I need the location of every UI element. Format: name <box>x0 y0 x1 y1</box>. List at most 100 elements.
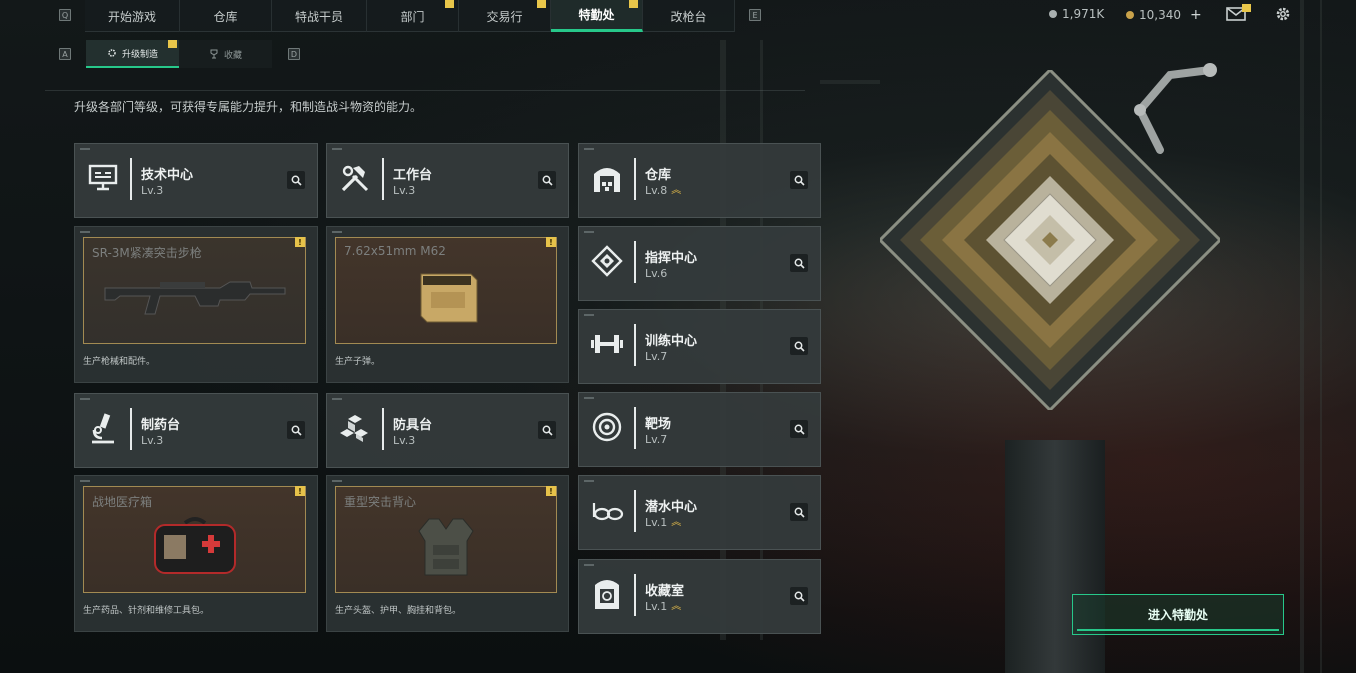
corner-marker <box>80 231 90 233</box>
corner-marker <box>80 480 90 482</box>
product-name: 战地医疗箱 <box>92 495 153 509</box>
facility-command-center[interactable]: 指挥中心 Lv.6 <box>578 226 821 301</box>
tab-label: 特勤处 <box>578 8 615 22</box>
corner-marker <box>80 398 90 400</box>
product-description: 生产头盔、护甲、胸挂和背包。 <box>335 606 462 616</box>
tab-start-game[interactable]: 开始游戏 <box>85 0 181 32</box>
search-icon[interactable] <box>287 171 305 189</box>
tab-operators[interactable]: 特战干员 <box>272 0 368 32</box>
tab-upgrade-craft[interactable]: 升级制造 <box>86 40 179 68</box>
facility-name: 靶场 <box>645 417 672 432</box>
gear-small-icon <box>108 49 116 57</box>
search-icon[interactable] <box>287 421 305 439</box>
blocks-icon <box>337 410 373 446</box>
facility-level: Lv.3 <box>393 434 415 447</box>
product-box: 战地医疗箱 ! <box>83 486 306 593</box>
search-icon[interactable] <box>538 421 556 439</box>
hotkey-a: A <box>59 48 71 60</box>
tab-label: 升级制造 <box>121 49 158 60</box>
search-icon[interactable] <box>790 254 808 272</box>
separator <box>130 158 132 200</box>
workshop-tech-center[interactable]: 技术中心 Lv.3 <box>74 143 318 218</box>
notification-badge <box>168 40 177 48</box>
workshop-armor[interactable]: 防具台 Lv.3 <box>326 393 569 468</box>
tab-label: 改枪台 <box>670 9 707 24</box>
facility-name: 指挥中心 <box>645 251 698 266</box>
facility-training-center[interactable]: 训练中心 Lv.7 <box>578 309 821 384</box>
separator <box>634 241 636 283</box>
facility-shooting-range[interactable]: 靶场 Lv.7 <box>578 392 821 467</box>
product-description: 生产子弹。 <box>335 357 381 367</box>
divider <box>45 90 805 91</box>
mail-icon[interactable] <box>1225 4 1251 24</box>
facility-level: Lv.6 <box>645 267 667 280</box>
hotkey-e: E <box>749 9 761 21</box>
search-icon[interactable] <box>790 337 808 355</box>
product-description: 生产药品、针剂和维修工具包。 <box>83 606 210 616</box>
alert-badge: ! <box>546 486 556 496</box>
production-slot-pharmacy[interactable]: 战地医疗箱 ! 生产药品、针剂和维修工具包。 <box>74 475 318 632</box>
gold-currency: 10,340 + <box>1126 7 1202 23</box>
intro-text: 升级各部门等级，可获得专属能力提升，和制造战斗物资的能力。 <box>74 100 423 114</box>
tab-label: 开始游戏 <box>108 9 157 24</box>
notification-badge <box>445 0 455 8</box>
hotkey-d: D <box>288 48 300 60</box>
tab-label: 特战干员 <box>295 9 344 24</box>
facility-diving-center[interactable]: 潜水中心 Lv.1 ︽ <box>578 475 821 550</box>
facility-level: Lv.1 ︽ <box>645 516 681 529</box>
notification-badge <box>537 0 547 8</box>
tab-label: 收藏 <box>223 50 242 61</box>
top-navigation: Q 开始游戏 仓库 特战干员 部门 交易行 特勤处 改枪台 E 1,971K 1… <box>0 0 1356 32</box>
product-description: 生产枪械和配件。 <box>83 357 156 367</box>
facility-name: 技术中心 <box>141 168 194 183</box>
tab-special-ops[interactable]: 特勤处 <box>551 0 644 32</box>
warehouse-icon <box>589 160 625 196</box>
dumbbell-icon <box>589 326 625 362</box>
alert-badge: ! <box>295 237 305 247</box>
ammo-box-image <box>420 273 478 323</box>
search-icon[interactable] <box>790 171 808 189</box>
facility-warehouse[interactable]: 仓库 Lv.8 ︽ <box>578 143 821 218</box>
workshop-workbench[interactable]: 工作台 Lv.3 <box>326 143 569 218</box>
production-slot-armor[interactable]: 重型突击背心 ! 生产头盔、护甲、胸挂和背包。 <box>326 475 569 632</box>
search-icon[interactable] <box>790 503 808 521</box>
search-icon[interactable] <box>790 420 808 438</box>
separator <box>382 158 384 200</box>
level-text: Lv.6 <box>645 267 668 280</box>
tab-collection[interactable]: 收藏 <box>179 40 272 68</box>
level-text: Lv.3 <box>393 434 416 447</box>
tab-gunsmith[interactable]: 改枪台 <box>643 0 736 32</box>
goggles-icon <box>589 492 625 528</box>
production-slot-tech-center[interactable]: SR-3M紧凑突击步枪 ! 生产枪械和配件。 <box>74 226 318 383</box>
add-currency-button[interactable]: + <box>1190 7 1202 23</box>
facility-level: Lv.1 ︽ <box>645 600 681 613</box>
vest-image <box>418 518 474 576</box>
upgrade-available-icon: ︽ <box>671 184 682 196</box>
separator <box>130 408 132 450</box>
production-slot-workbench[interactable]: 7.62x51mm M62 ! 生产子弹。 <box>326 226 569 383</box>
upgrade-available-icon: ︽ <box>671 600 682 612</box>
corner-marker <box>584 480 594 482</box>
corner-marker <box>332 480 342 482</box>
gear-icon[interactable] <box>1272 4 1294 24</box>
search-icon[interactable] <box>538 171 556 189</box>
tab-warehouse[interactable]: 仓库 <box>180 0 273 32</box>
tab-trading[interactable]: 交易行 <box>459 0 552 32</box>
facility-name: 收藏室 <box>645 584 685 599</box>
separator <box>634 490 636 532</box>
main-tabs: 开始游戏 仓库 特战干员 部门 交易行 特勤处 改枪台 <box>85 0 736 32</box>
corner-marker <box>584 231 594 233</box>
corner-marker <box>584 397 594 399</box>
facility-collection-room[interactable]: 收藏室 Lv.1 ︽ <box>578 559 821 634</box>
enter-special-ops-button[interactable]: 进入特勤处 <box>1072 594 1284 635</box>
facility-name: 工作台 <box>393 168 433 183</box>
workshop-pharmacy[interactable]: 制药台 Lv.3 <box>74 393 318 468</box>
product-name: SR-3M紧凑突击步枪 <box>92 246 202 260</box>
facility-level: Lv.3 <box>393 184 415 197</box>
search-icon[interactable] <box>790 587 808 605</box>
microscope-icon <box>85 410 121 446</box>
silver-amount: 1,971K <box>1062 7 1105 21</box>
tab-department[interactable]: 部门 <box>367 0 460 32</box>
tools-icon <box>337 160 373 196</box>
corner-marker <box>332 231 342 233</box>
